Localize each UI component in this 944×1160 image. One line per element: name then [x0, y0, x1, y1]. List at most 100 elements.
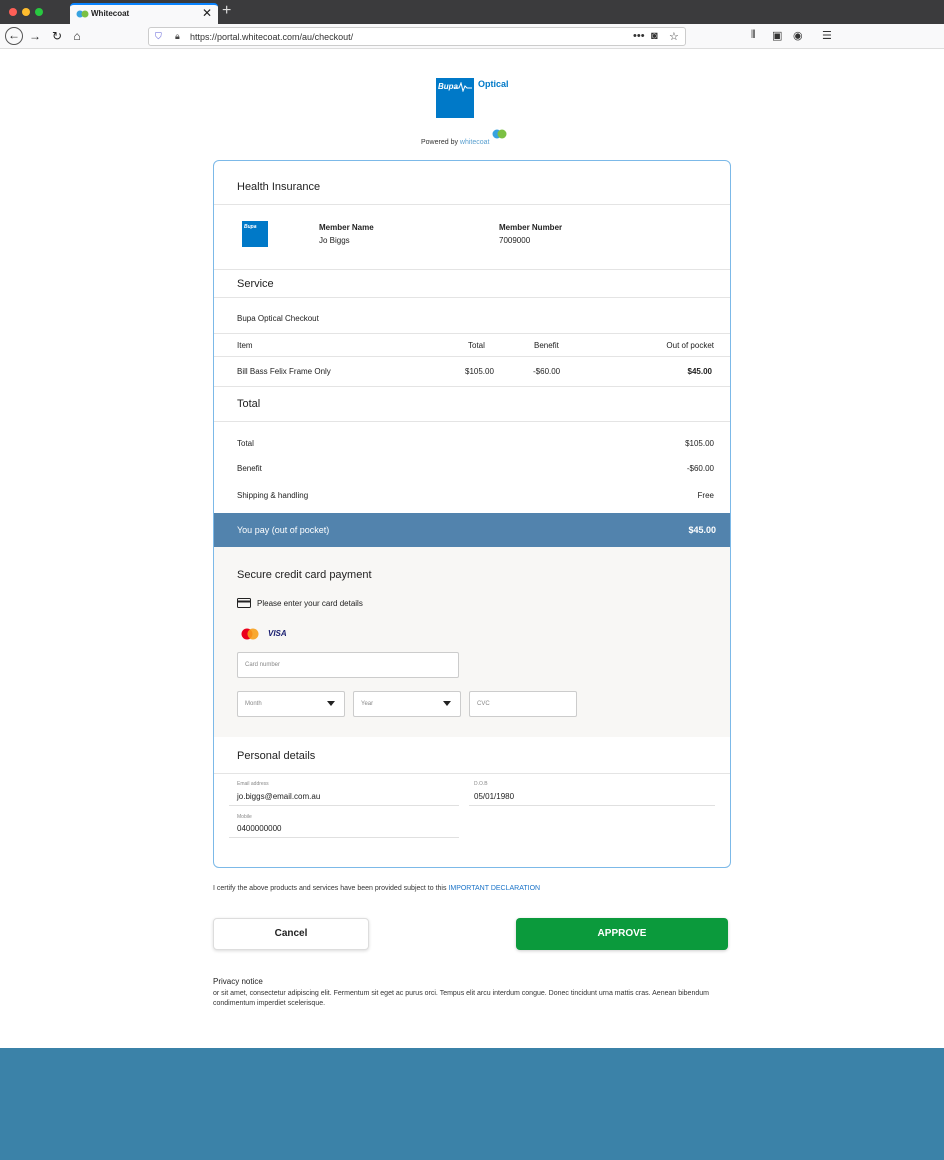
member-name-label: Member Name — [319, 223, 374, 232]
column-total: Total — [468, 341, 485, 350]
payment-section: Secure credit card payment Please enter … — [214, 547, 730, 737]
email-label: Email address — [237, 781, 269, 787]
cancel-button[interactable]: Cancel — [213, 918, 369, 950]
total-value: $105.00 — [685, 439, 714, 448]
member-number: 7009000 — [499, 236, 531, 245]
card-number-placeholder: Card number — [245, 662, 281, 668]
powered-by-label: Powered by — [421, 139, 458, 146]
maximize-window-button[interactable] — [35, 8, 43, 16]
card-number-input[interactable]: Card number — [237, 652, 459, 678]
cvc-placeholder: CVC — [477, 701, 490, 707]
tab-close-icon[interactable]: ✕ — [202, 7, 212, 19]
back-button[interactable]: ← — [5, 27, 23, 45]
benefit-label: Benefit — [237, 464, 262, 473]
you-pay-label: You pay (out of pocket) — [237, 525, 330, 535]
chevron-down-icon — [443, 701, 451, 706]
lock-icon[interactable]: 🔒︎ — [175, 31, 180, 42]
card-instruction: Please enter your card details — [257, 599, 363, 608]
home-button[interactable]: ⌂ — [69, 28, 85, 44]
heartbeat-icon — [454, 82, 472, 92]
dob-label: D.O.B — [474, 781, 488, 787]
month-select[interactable]: Month — [237, 691, 345, 717]
approve-button[interactable]: APPROVE — [516, 918, 728, 950]
powered-by-brand: whitecoat — [459, 139, 490, 146]
divider — [214, 204, 730, 205]
new-tab-button[interactable]: + — [222, 3, 231, 19]
you-pay-bar: You pay (out of pocket) $45.00 — [214, 513, 730, 547]
privacy-notice-heading: Privacy notice — [213, 977, 263, 986]
shipping-label: Shipping & handling — [237, 491, 309, 500]
divider — [214, 269, 730, 270]
library-icon[interactable]: ⫴ — [751, 29, 756, 42]
whitecoat-logo-icon — [492, 129, 507, 139]
column-out-of-pocket: Out of pocket — [666, 341, 714, 350]
chevron-down-icon — [327, 701, 335, 706]
browser-tab-bar: Whitecoat ✕ + — [0, 0, 944, 24]
mobile-underline — [229, 837, 459, 838]
declaration-text: I certify the above products and service… — [213, 885, 447, 892]
year-select[interactable]: Year — [353, 691, 461, 717]
divider — [214, 421, 730, 422]
whitecoat-favicon-icon — [76, 10, 89, 18]
you-pay-value: $45.00 — [688, 525, 716, 535]
column-item: Item — [237, 341, 253, 350]
payment-heading: Secure credit card payment — [237, 569, 372, 581]
credit-card-icon — [237, 598, 251, 608]
url-text[interactable]: https://portal.whitecoat.com/au/checkout… — [190, 32, 353, 42]
month-placeholder: Month — [245, 701, 262, 707]
dob-underline — [469, 805, 715, 806]
email-underline — [229, 805, 459, 806]
member-number-label: Member Number — [499, 223, 563, 232]
row-item: Bill Bass Felix Frame Only — [237, 367, 331, 376]
member-name: Jo Biggs — [319, 236, 350, 245]
reload-button[interactable]: ↻ — [49, 28, 65, 44]
browser-tab[interactable]: Whitecoat ✕ — [70, 3, 218, 24]
browser-toolbar: ← → ↻ ⌂ ⛉ 🔒︎ https://portal.whitecoat.co… — [0, 24, 944, 49]
row-benefit: -$60.00 — [533, 367, 561, 376]
dob-field[interactable]: 05/01/1980 — [474, 792, 514, 801]
total-heading: Total — [237, 398, 261, 410]
bupa-member-logo: Bupa — [242, 221, 268, 247]
visa-logo: VISA — [268, 629, 287, 638]
page-footer — [0, 1048, 944, 1160]
column-benefit: Benefit — [534, 341, 559, 350]
tab-title: Whitecoat — [91, 9, 130, 18]
logo-product-name: Optical — [478, 79, 509, 89]
menu-icon[interactable]: ☰ — [822, 29, 832, 42]
divider — [214, 386, 730, 387]
shipping-value: Free — [697, 491, 714, 500]
year-placeholder: Year — [361, 701, 374, 707]
important-declaration-link[interactable]: IMPORTANT DECLARATION — [448, 885, 540, 892]
benefit-value: -$60.00 — [686, 464, 714, 473]
row-total: $105.00 — [465, 367, 494, 376]
mobile-label: Mobile — [237, 814, 252, 820]
pocket-icon[interactable]: ◙ — [651, 30, 658, 42]
divider — [214, 773, 730, 774]
mastercard-icon — [241, 628, 259, 640]
divider — [214, 297, 730, 298]
divider — [214, 356, 730, 357]
bupa-member-logo-word: Bupa — [244, 224, 257, 230]
declaration: I certify the above products and service… — [213, 885, 540, 892]
service-name: Bupa Optical Checkout — [237, 314, 319, 323]
sidebar-icon[interactable]: ▣ — [772, 29, 782, 42]
bookmark-star-icon[interactable]: ☆ — [669, 30, 679, 43]
address-bar[interactable]: ⛉ 🔒︎ https://portal.whitecoat.com/au/che… — [148, 27, 686, 46]
tracking-shield-icon[interactable]: ⛉ — [155, 31, 162, 42]
powered-by: Powered by whitecoat — [421, 139, 490, 146]
total-label: Total — [237, 439, 254, 448]
mobile-field[interactable]: 0400000000 — [237, 824, 282, 833]
minimize-window-button[interactable] — [22, 8, 30, 16]
personal-details-heading: Personal details — [237, 750, 316, 762]
divider — [214, 333, 730, 334]
privacy-notice-text: or sit amet, consectetur adipiscing elit… — [213, 990, 709, 1007]
page-actions-icon[interactable]: ••• — [633, 30, 645, 42]
close-window-button[interactable] — [9, 8, 17, 16]
email-field[interactable]: jo.biggs@email.com.au — [237, 792, 320, 801]
health-insurance-heading: Health Insurance — [237, 181, 321, 193]
cvc-input[interactable]: CVC — [469, 691, 577, 717]
bupa-logo: Bupa — [436, 78, 474, 118]
checkout-card: Health Insurance Bupa Member Name Jo Big… — [213, 160, 731, 868]
account-icon[interactable]: ◉ — [793, 29, 803, 42]
forward-button[interactable]: → — [27, 28, 43, 44]
